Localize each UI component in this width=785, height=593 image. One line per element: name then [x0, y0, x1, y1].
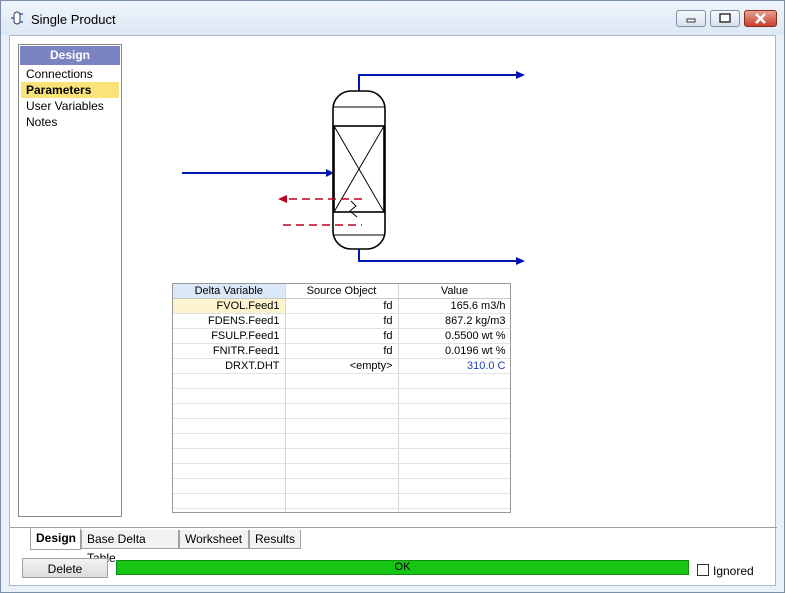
sidebar-item-user-variables[interactable]: User Variables [21, 98, 119, 114]
empty-cell[interactable] [398, 418, 510, 434]
window-title: Single Product [31, 12, 116, 27]
delta-variable-cell[interactable]: FDENS.Feed1 [173, 313, 286, 329]
tab-results[interactable]: Results [249, 530, 301, 549]
source-object-cell[interactable]: fd [285, 298, 399, 314]
sidebar-item-connections[interactable]: Connections [21, 66, 119, 82]
empty-cell[interactable] [285, 508, 399, 512]
empty-cell[interactable] [285, 463, 399, 479]
empty-cell[interactable] [398, 373, 510, 389]
table-row-empty [173, 403, 510, 419]
ignored-checkbox[interactable] [697, 564, 709, 576]
sidebar-item-notes[interactable]: Notes [21, 114, 119, 130]
tab-base-delta-table[interactable]: Base Delta Table [81, 530, 179, 565]
table-row-empty [173, 508, 510, 512]
empty-cell[interactable] [173, 463, 286, 479]
table-row: FNITR.Feed1 fd 0.0196 wt % [173, 343, 510, 359]
table-row: FVOL.Feed1 fd 165.6 m3/h [173, 298, 510, 314]
empty-cell[interactable] [285, 403, 399, 419]
empty-cell[interactable] [285, 478, 399, 494]
table-row-empty [173, 478, 510, 494]
source-object-cell[interactable]: fd [285, 343, 399, 359]
table-row-empty [173, 373, 510, 389]
empty-cell[interactable] [173, 448, 286, 464]
table-row-empty [173, 388, 510, 404]
minimize-icon [686, 18, 696, 23]
maximize-icon [719, 13, 731, 23]
table-row: DRXT.DHT <empty> 310.0 C [173, 358, 510, 374]
parameters-grid: Delta Variable Source Object Value FVOL.… [172, 283, 511, 513]
flowsheet-app-icon [11, 11, 23, 25]
column-header-source-object[interactable]: Source Object [285, 284, 399, 299]
maximize-button[interactable] [710, 10, 740, 27]
empty-cell[interactable] [398, 388, 510, 404]
empty-cell[interactable] [398, 478, 510, 494]
design-sidebar: Design Connections Parameters User Varia… [18, 44, 122, 517]
empty-cell[interactable] [285, 388, 399, 404]
value-cell[interactable]: 867.2 kg/m3 [398, 313, 510, 329]
tab-design[interactable]: Design [30, 528, 81, 550]
table-row-empty [173, 493, 510, 509]
close-icon [755, 13, 766, 24]
delta-variable-cell[interactable]: FSULP.Feed1 [173, 328, 286, 344]
table-row-empty [173, 463, 510, 479]
empty-cell[interactable] [398, 433, 510, 449]
tab-bar: Design Base Delta Table Worksheet Result… [10, 527, 777, 565]
source-object-cell[interactable]: fd [285, 328, 399, 344]
empty-cell[interactable] [173, 478, 286, 494]
empty-cell[interactable] [285, 418, 399, 434]
product-outlet-top-stream[interactable] [358, 74, 516, 91]
table-row-empty [173, 433, 510, 449]
column-header-delta-variable[interactable]: Delta Variable [173, 284, 286, 299]
table-row: FSULP.Feed1 fd 0.5500 wt % [173, 328, 510, 344]
table-row: FDENS.Feed1 fd 867.2 kg/m3 [173, 313, 510, 329]
empty-cell[interactable] [398, 493, 510, 509]
empty-cell[interactable] [173, 418, 286, 434]
value-cell[interactable]: 310.0 C [398, 358, 510, 374]
product-outlet-bottom-stream[interactable] [358, 249, 516, 262]
arrow-right-icon [516, 71, 525, 79]
sidebar-item-parameters[interactable]: Parameters [21, 82, 119, 98]
value-cell[interactable]: 0.5500 wt % [398, 328, 510, 344]
empty-cell[interactable] [173, 493, 286, 509]
minimize-button[interactable] [676, 10, 706, 27]
arrow-right-icon [516, 257, 525, 265]
title-bar: Single Product [1, 1, 784, 35]
empty-cell[interactable] [285, 493, 399, 509]
value-cell[interactable]: 165.6 m3/h [398, 298, 510, 314]
sidebar-header: Design [20, 46, 120, 65]
source-object-cell[interactable]: fd [285, 313, 399, 329]
close-button[interactable] [744, 10, 777, 27]
empty-cell[interactable] [398, 463, 510, 479]
empty-cell[interactable] [173, 403, 286, 419]
value-cell[interactable]: 0.0196 wt % [398, 343, 510, 359]
tab-worksheet[interactable]: Worksheet [179, 530, 249, 549]
delta-variable-cell[interactable]: FNITR.Feed1 [173, 343, 286, 359]
reactor-flowsheet-diagram [182, 71, 525, 265]
ignored-label: Ignored [713, 564, 754, 578]
column-header-value[interactable]: Value [398, 284, 510, 299]
delta-variable-cell[interactable]: DRXT.DHT [173, 358, 286, 374]
delta-variable-cell[interactable]: FVOL.Feed1 [173, 298, 286, 314]
delete-button[interactable]: Delete [22, 558, 108, 578]
table-row-empty [173, 418, 510, 434]
empty-cell[interactable] [398, 448, 510, 464]
status-bar: OK [116, 560, 689, 575]
empty-cell[interactable] [173, 433, 286, 449]
empty-cell[interactable] [285, 433, 399, 449]
empty-cell[interactable] [398, 508, 510, 512]
single-product-window: Single Product Design Connections Parame… [0, 0, 785, 593]
source-object-cell[interactable]: <empty> [285, 358, 399, 374]
empty-cell[interactable] [173, 388, 286, 404]
arrow-left-icon [278, 195, 287, 203]
empty-cell[interactable] [285, 373, 399, 389]
empty-cell[interactable] [173, 373, 286, 389]
table-row-empty [173, 448, 510, 464]
empty-cell[interactable] [285, 448, 399, 464]
empty-cell[interactable] [398, 403, 510, 419]
empty-cell[interactable] [173, 508, 286, 512]
